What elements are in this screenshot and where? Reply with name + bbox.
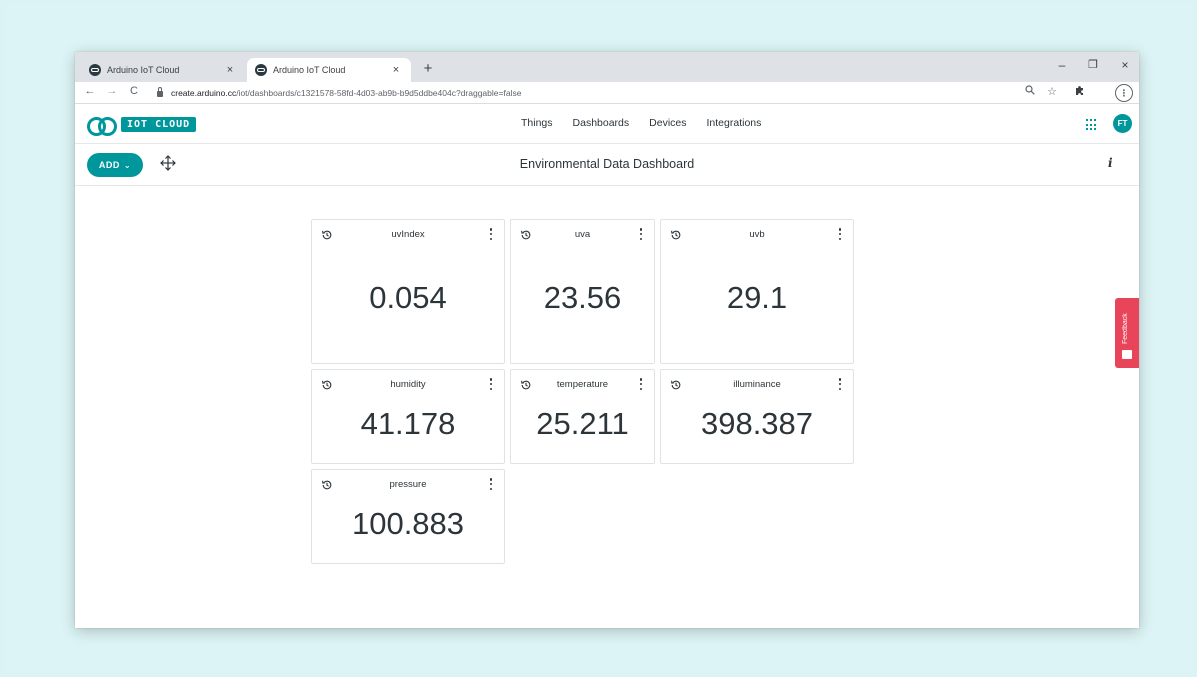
arduino-logo-icon bbox=[87, 116, 117, 136]
widget-value: 41.178 bbox=[360, 406, 456, 441]
history-icon[interactable] bbox=[321, 478, 333, 490]
value-widget-illuminance[interactable]: illuminance 398.387 bbox=[660, 369, 854, 464]
user-avatar[interactable]: FT bbox=[1113, 114, 1132, 133]
restore-icon[interactable]: ❐ bbox=[1083, 58, 1103, 71]
browser-window: Arduino IoT Cloud × Arduino IoT Cloud × … bbox=[75, 52, 1139, 628]
widget-value: 0.054 bbox=[369, 280, 447, 315]
zoom-icon[interactable] bbox=[1023, 85, 1037, 98]
dashboard-toolbar: ADD ⌄ Environmental Data Dashboard i bbox=[75, 144, 1139, 186]
url-host: create.arduino.cc bbox=[171, 88, 237, 98]
nav-link-devices[interactable]: Devices bbox=[649, 117, 686, 129]
tab-title: Arduino IoT Cloud bbox=[107, 65, 180, 75]
back-arrow-icon[interactable]: ← bbox=[83, 85, 97, 97]
widget-title: uva bbox=[574, 229, 591, 240]
feedback-label: Feedback bbox=[1122, 313, 1129, 344]
history-icon[interactable] bbox=[520, 228, 532, 240]
more-vertical-icon[interactable] bbox=[638, 228, 644, 240]
tab-title: Arduino IoT Cloud bbox=[273, 65, 346, 75]
more-vertical-icon[interactable] bbox=[638, 378, 644, 390]
history-icon[interactable] bbox=[520, 378, 532, 390]
widget-title: illuminance bbox=[733, 379, 781, 390]
nav-link-dashboards[interactable]: Dashboards bbox=[573, 117, 630, 129]
widget-title: temperature bbox=[556, 379, 609, 390]
value-widget-uvindex[interactable]: uvIndex 0.054 bbox=[311, 219, 505, 364]
widget-title: pressure bbox=[389, 479, 427, 490]
widget-value: 398.387 bbox=[700, 406, 814, 441]
widget-value: 100.883 bbox=[351, 506, 465, 541]
widget-title: humidity bbox=[390, 379, 426, 390]
forward-arrow-icon[interactable]: → bbox=[105, 85, 119, 97]
more-vertical-icon[interactable] bbox=[837, 228, 843, 240]
browser-toolbar: ← → C create.arduino.cc /iot/dashboards/… bbox=[75, 82, 1139, 104]
feedback-icon bbox=[1122, 350, 1132, 359]
nav-link-integrations[interactable]: Integrations bbox=[707, 117, 762, 129]
history-icon[interactable] bbox=[670, 378, 682, 390]
minimize-icon[interactable]: – bbox=[1052, 58, 1072, 72]
tab-close-icon[interactable]: × bbox=[389, 64, 403, 76]
window-close-icon[interactable]: × bbox=[1115, 58, 1135, 72]
more-vertical-icon[interactable] bbox=[488, 378, 494, 390]
widget-value: 25.211 bbox=[536, 406, 629, 441]
arduino-favicon-icon bbox=[255, 64, 267, 76]
lock-icon bbox=[157, 87, 163, 97]
feedback-tab[interactable]: Feedback bbox=[1115, 298, 1139, 368]
url-path: /iot/dashboards/c1321578-58fd-4d03-ab9b-… bbox=[236, 88, 522, 98]
nav-link-things[interactable]: Things bbox=[521, 117, 553, 129]
new-tab-button[interactable]: + bbox=[419, 60, 437, 77]
extensions-puzzle-icon[interactable] bbox=[1072, 85, 1086, 99]
history-icon[interactable] bbox=[321, 378, 333, 390]
value-widget-temperature[interactable]: temperature 25.211 bbox=[510, 369, 655, 464]
history-icon[interactable] bbox=[321, 228, 333, 240]
arduino-favicon-icon bbox=[89, 64, 101, 76]
more-vertical-icon[interactable] bbox=[488, 228, 494, 240]
value-widget-uva[interactable]: uva 23.56 bbox=[510, 219, 655, 364]
apps-grid-icon[interactable] bbox=[1086, 119, 1098, 131]
tab-strip: Arduino IoT Cloud × Arduino IoT Cloud × … bbox=[75, 52, 1139, 82]
info-icon[interactable]: i bbox=[1108, 156, 1113, 170]
browser-tab-1[interactable]: Arduino IoT Cloud × bbox=[81, 58, 245, 82]
widget-title: uvIndex bbox=[391, 229, 425, 240]
dashboard-title: Environmental Data Dashboard bbox=[519, 157, 695, 171]
main-nav: Things Dashboards Devices Integrations bbox=[521, 117, 781, 129]
widget-value: 23.56 bbox=[543, 280, 622, 315]
browser-tab-2-active[interactable]: Arduino IoT Cloud × bbox=[247, 58, 411, 82]
arduino-iot-cloud-logo[interactable]: IOT CLOUD bbox=[87, 116, 197, 136]
history-icon[interactable] bbox=[670, 228, 682, 240]
value-widget-humidity[interactable]: humidity 41.178 bbox=[311, 369, 505, 464]
widget-value: 29.1 bbox=[726, 280, 788, 315]
value-widget-uvb[interactable]: uvb 29.1 bbox=[660, 219, 854, 364]
reload-icon[interactable]: C bbox=[127, 85, 141, 97]
logo-text: IOT CLOUD bbox=[121, 116, 197, 132]
app-header: IOT CLOUD Things Dashboards Devices Inte… bbox=[75, 105, 1139, 144]
more-vertical-icon[interactable] bbox=[837, 378, 843, 390]
widget-title: uvb bbox=[749, 229, 765, 240]
more-vertical-icon[interactable] bbox=[488, 478, 494, 490]
bookmark-star-icon[interactable]: ☆ bbox=[1045, 85, 1059, 98]
browser-menu-icon[interactable]: ⋮ bbox=[1115, 84, 1133, 102]
tab-close-icon[interactable]: × bbox=[223, 64, 237, 76]
address-bar[interactable]: create.arduino.cc /iot/dashboards/c13215… bbox=[149, 84, 1139, 102]
value-widget-pressure[interactable]: pressure 100.883 bbox=[311, 469, 505, 564]
